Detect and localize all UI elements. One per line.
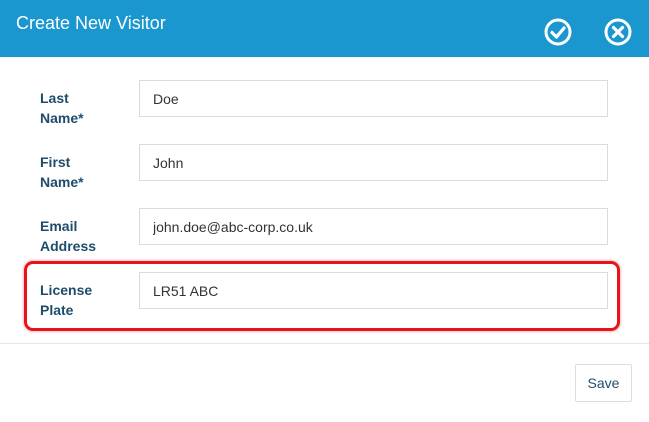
form-row-first-name: First Name* — [0, 144, 649, 204]
license-plate-input[interactable] — [139, 272, 608, 309]
form-row-email: Email Address — [0, 208, 649, 268]
confirm-button[interactable] — [543, 17, 573, 47]
dialog-header: Create New Visitor — [0, 0, 649, 57]
create-visitor-dialog: Create New Visitor LastName* FirstName* — [0, 0, 649, 422]
email-input[interactable] — [139, 208, 608, 245]
save-button[interactable]: Save — [575, 364, 632, 402]
field-label-last-name: Last Name* — [40, 90, 84, 126]
dialog-title: Create New Visitor — [16, 13, 166, 33]
last-name-input[interactable] — [139, 80, 608, 117]
field-label-first-name: First Name* — [40, 154, 84, 190]
check-circle-icon — [544, 18, 572, 46]
close-circle-icon — [604, 18, 632, 46]
close-button[interactable] — [603, 17, 633, 47]
first-name-input[interactable] — [139, 144, 608, 181]
field-label-license-plate: License Plate — [40, 282, 93, 318]
footer-divider — [0, 343, 649, 344]
field-label-email: Email Address — [40, 218, 97, 254]
form-row-last-name: Last Name* — [0, 80, 649, 140]
form-row-license-plate: License Plate — [0, 272, 649, 332]
